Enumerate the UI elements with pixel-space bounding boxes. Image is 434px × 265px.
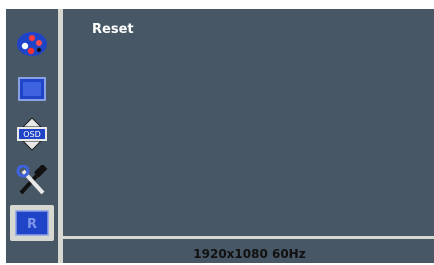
picture-icon[interactable] bbox=[15, 74, 49, 104]
status-divider bbox=[63, 236, 434, 239]
menu-panel bbox=[6, 9, 434, 263]
sidebar: OSD R bbox=[6, 9, 58, 263]
tools-icon[interactable] bbox=[15, 165, 49, 196]
osd-menu: OSD R Reset 1920x1080 60Hz bbox=[0, 0, 434, 265]
page-title: Reset bbox=[92, 22, 134, 37]
reset-icon[interactable]: R bbox=[10, 205, 54, 241]
sidebar-divider bbox=[58, 9, 63, 263]
svg-text:R: R bbox=[27, 217, 37, 232]
svg-text:OSD: OSD bbox=[23, 130, 41, 139]
color-palette-icon[interactable] bbox=[15, 29, 49, 59]
osd-settings-icon[interactable]: OSD bbox=[15, 117, 49, 151]
resolution-status: 1920x1080 60Hz bbox=[193, 247, 306, 261]
